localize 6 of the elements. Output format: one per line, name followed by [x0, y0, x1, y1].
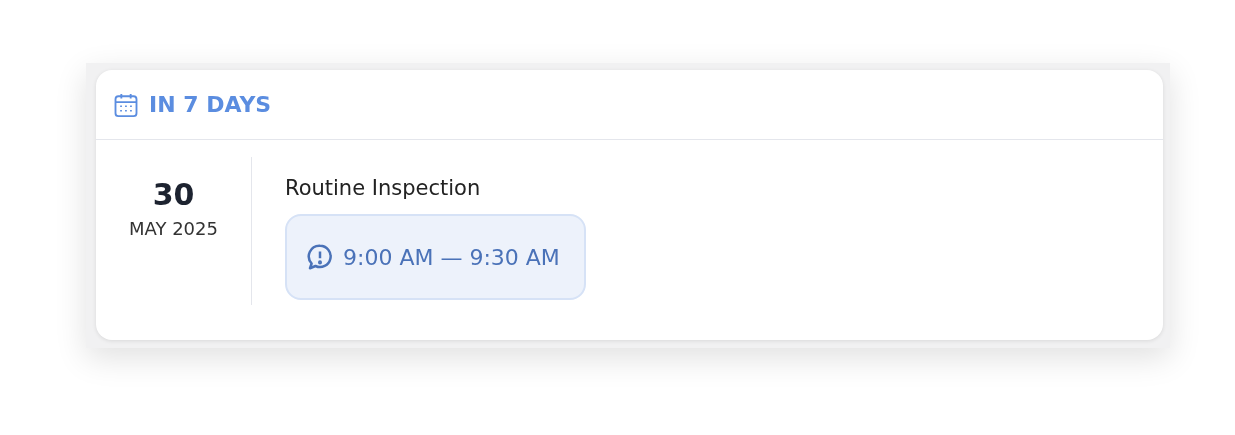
alert-bubble-icon: [305, 242, 335, 272]
event-month-year: MAY 2025: [129, 218, 218, 239]
section-title: IN 7 DAYS: [149, 92, 272, 117]
event-title: Routine Inspection: [285, 176, 481, 200]
event-time: 9:00 AM — 9:30 AM: [343, 244, 560, 270]
event-day: 30: [152, 177, 195, 212]
